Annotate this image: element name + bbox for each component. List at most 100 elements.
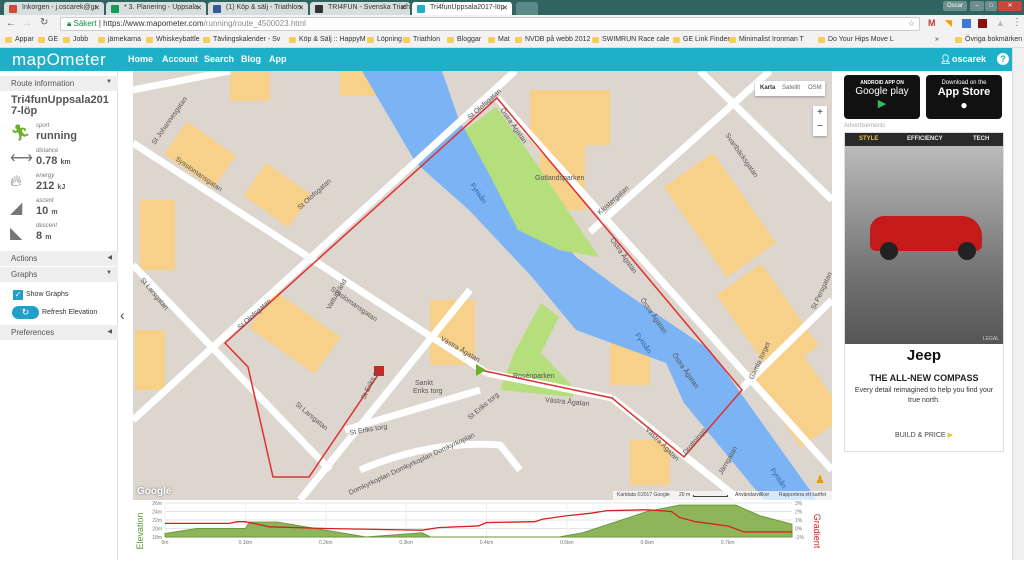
ad-headline: THE ALL-NEW COMPASS: [845, 373, 1003, 383]
close-window-button[interactable]: ✕: [998, 1, 1022, 11]
nav-blog[interactable]: Blog: [241, 54, 261, 64]
browser-tab[interactable]: Tri4funUppsala2017-löp✕: [412, 2, 512, 15]
bookmark[interactable]: SWIMRUN Race cale: [592, 36, 669, 43]
maximize-button[interactable]: □: [985, 1, 997, 11]
y2-tick-label: 3%: [795, 501, 803, 507]
stat-value: running: [36, 130, 77, 142]
street-view-pegman-icon[interactable]: ♟: [815, 473, 825, 486]
descent-icon: ◣: [10, 223, 22, 243]
bookmark[interactable]: Mat: [488, 36, 510, 43]
extension-icon[interactable]: [962, 19, 971, 28]
bookmarks-overflow[interactable]: »: [935, 36, 939, 43]
terms-link[interactable]: Användarvillkor: [735, 492, 769, 498]
close-tab-icon[interactable]: ✕: [196, 4, 202, 12]
tab-title: (1) Köp & sälj - Triathlon: [226, 4, 301, 11]
graphs-section[interactable]: Graphs▼: [0, 267, 118, 282]
app-store-badge[interactable]: Download on the App Store ●: [926, 75, 1002, 119]
other-bookmarks[interactable]: Övriga bokmärken: [955, 36, 1022, 43]
profile-button[interactable]: Oscar: [943, 1, 967, 11]
stat-label: sport: [36, 123, 49, 129]
distance-arrow-icon: ⟷: [10, 148, 33, 168]
preferences-section[interactable]: Preferences◀: [0, 325, 118, 340]
bookmark[interactable]: GE Link Finder: [673, 36, 730, 43]
ad-legal: LEGAL: [983, 336, 999, 342]
map-attribution: Kartdata ©2017 Google 20 m Användarvillk…: [613, 491, 832, 500]
map-canvas[interactable]: St JohannesgatanSysslomansgatanSyssloman…: [133, 71, 832, 500]
bookmark[interactable]: Do Your Hips Move L: [818, 36, 894, 43]
zoom-out-button[interactable]: −: [813, 120, 827, 134]
bookmark[interactable]: Tävlingskalender - Sv: [203, 36, 280, 43]
scale-bar: [693, 495, 728, 497]
browser-tab[interactable]: TRI4FUN - Svenska Triath✕: [310, 2, 410, 15]
user-menu[interactable]: oscarek: [952, 54, 986, 64]
nav-account[interactable]: Account: [162, 54, 198, 64]
forward-icon[interactable]: →: [22, 18, 32, 29]
close-tab-icon[interactable]: ✕: [400, 4, 406, 12]
extension-icon[interactable]: ▲: [996, 18, 1005, 28]
google-play-badge[interactable]: ANDROID APP ON Google play ▶: [844, 75, 920, 119]
rss-extension-icon[interactable]: ◥: [945, 18, 952, 29]
report-map-error-link[interactable]: Rapportera ett kartfel: [779, 492, 826, 498]
bookmark[interactable]: Bloggar: [447, 36, 481, 43]
map[interactable]: St JohannesgatanSysslomansgatanSyssloman…: [133, 71, 832, 500]
ad-tab[interactable]: EFFICIENCY: [907, 136, 943, 142]
page-scrollbar[interactable]: [1012, 48, 1024, 560]
map-type-satellit[interactable]: Satellit: [782, 85, 800, 91]
y2-tick-label: 0%: [795, 527, 803, 533]
gmail-extension-icon[interactable]: M: [928, 18, 936, 28]
nav-search[interactable]: Search: [204, 54, 234, 64]
nav-home[interactable]: Home: [128, 54, 153, 64]
refresh-elevation-button[interactable]: ↻: [12, 306, 39, 319]
close-tab-icon[interactable]: ✕: [298, 4, 304, 12]
show-graphs-checkbox[interactable]: ✓: [13, 290, 23, 300]
nav-app[interactable]: App: [269, 54, 287, 64]
bookmark[interactable]: NVDB på webb 2012: [515, 36, 590, 43]
attribution-text: Kartdata ©2017 Google: [617, 492, 670, 498]
x-tick-label: 0.4km: [480, 540, 494, 546]
flame-icon: 🔥︎: [10, 173, 22, 191]
bookmark[interactable]: Löpning: [367, 36, 402, 43]
close-tab-icon[interactable]: ✕: [94, 4, 100, 12]
bookmark[interactable]: Appar: [5, 36, 34, 43]
new-tab-button[interactable]: [516, 2, 538, 15]
minimize-button[interactable]: –: [970, 1, 984, 11]
browser-tab[interactable]: (1) Köp & sälj - Triathlon✕: [208, 2, 308, 15]
ad-tab[interactable]: STYLE: [859, 136, 878, 142]
mapometer-logo[interactable]: mapOmeter: [12, 50, 106, 70]
bookmark[interactable]: järnekarna: [98, 36, 141, 43]
bookmark[interactable]: Minimalist Ironman T: [729, 36, 804, 43]
elevation-chart-canvas[interactable]: Elevation Gradient 26m3%24m2%22m1%20m0%1…: [133, 500, 832, 560]
map-type-karta[interactable]: Karta: [760, 85, 775, 91]
ad-tab[interactable]: TECH: [973, 136, 989, 142]
map-type-osm[interactable]: OSM: [808, 85, 822, 91]
actions-section[interactable]: Actions◀: [0, 251, 118, 266]
bookmark[interactable]: Köp & Sälj :: HappyM: [289, 36, 366, 43]
pdf-extension-icon[interactable]: [978, 19, 987, 28]
map-label: Sankt: [415, 380, 433, 387]
jeep-ad[interactable]: STYLE EFFICIENCY TECH LEGAL Jeep THE ALL…: [844, 132, 1004, 452]
stat-value: 0.78: [36, 155, 57, 167]
y-tick-label: 24m: [152, 510, 162, 516]
url-input[interactable]: 🔒︎ Säkert | https://www.mapometer.com/ru…: [60, 17, 920, 31]
browser-tab[interactable]: * 3. Planering - Uppsala✕: [106, 2, 206, 15]
tab-title: Inkorgen - j.oscarek@gr: [22, 4, 97, 11]
bookmark[interactable]: Jobb: [63, 36, 88, 43]
ad-cta[interactable]: BUILD & PRICE ▶: [845, 431, 1003, 439]
zoom-in-button[interactable]: +: [813, 106, 827, 120]
menu-icon[interactable]: ⋮: [1012, 17, 1022, 28]
bookmark[interactable]: Triathlon: [403, 36, 440, 43]
stat-unit: m: [45, 234, 51, 241]
chevron-left-icon[interactable]: ‹: [120, 307, 125, 323]
bookmark[interactable]: Whiskeybattle: [146, 36, 200, 43]
help-button[interactable]: ?: [997, 53, 1009, 65]
route-information-section[interactable]: Route information▼: [0, 76, 118, 91]
x-tick-label: 0.6km: [640, 540, 654, 546]
map-label: St Eriks gr: [360, 368, 380, 401]
reload-icon[interactable]: ↻: [40, 17, 48, 28]
close-tab-icon[interactable]: ✕: [502, 4, 508, 12]
refresh-elevation-label: Refresh Elevation: [42, 309, 97, 316]
browser-tab[interactable]: Inkorgen - j.oscarek@gr✕: [4, 2, 104, 15]
star-icon[interactable]: ☆: [908, 18, 915, 30]
back-icon[interactable]: ←: [6, 18, 16, 29]
bookmark[interactable]: GE: [38, 36, 58, 43]
